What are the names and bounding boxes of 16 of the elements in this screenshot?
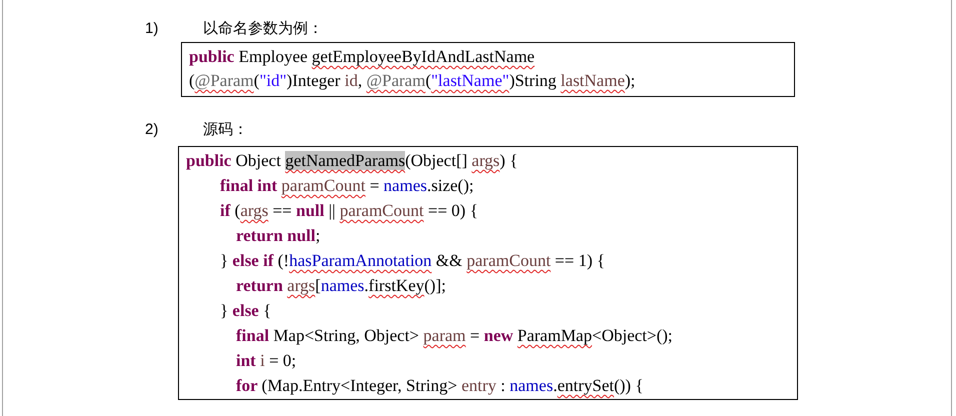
- code-line: final int paramCount = names.size();: [220, 176, 474, 195]
- code-line: } else {: [220, 301, 272, 320]
- list-item-text: 以命名参数为例：: [203, 18, 323, 38]
- list-number: 1): [144, 20, 160, 36]
- code-line: return args[names.firstKey()];: [236, 276, 446, 295]
- code-line: public Employee getEmployeeByIdAndLastName: [189, 47, 535, 66]
- code-line: final Map<String, Object> param = new ParamMap<Object>();: [236, 326, 673, 345]
- list-item-text: 源码：: [203, 120, 248, 138]
- code-line: for (Map.Entry<Integer, String> entry : names.entrySet()) {: [236, 376, 644, 395]
- list-number: 2): [144, 120, 160, 138]
- code-line: if (args == null || paramCount == 0) {: [220, 201, 478, 220]
- code-line: return null;: [236, 226, 320, 245]
- code-line: int i = 0;: [236, 351, 296, 370]
- code-line: public Object getNamedParams(Object[] args) {: [186, 151, 518, 170]
- code-line: (@Param("id")Integer id, @Param("lastName")String lastName);: [189, 71, 636, 90]
- code-line: } else if (!hasParamAnnotation && paramCount == 1) {: [220, 251, 605, 270]
